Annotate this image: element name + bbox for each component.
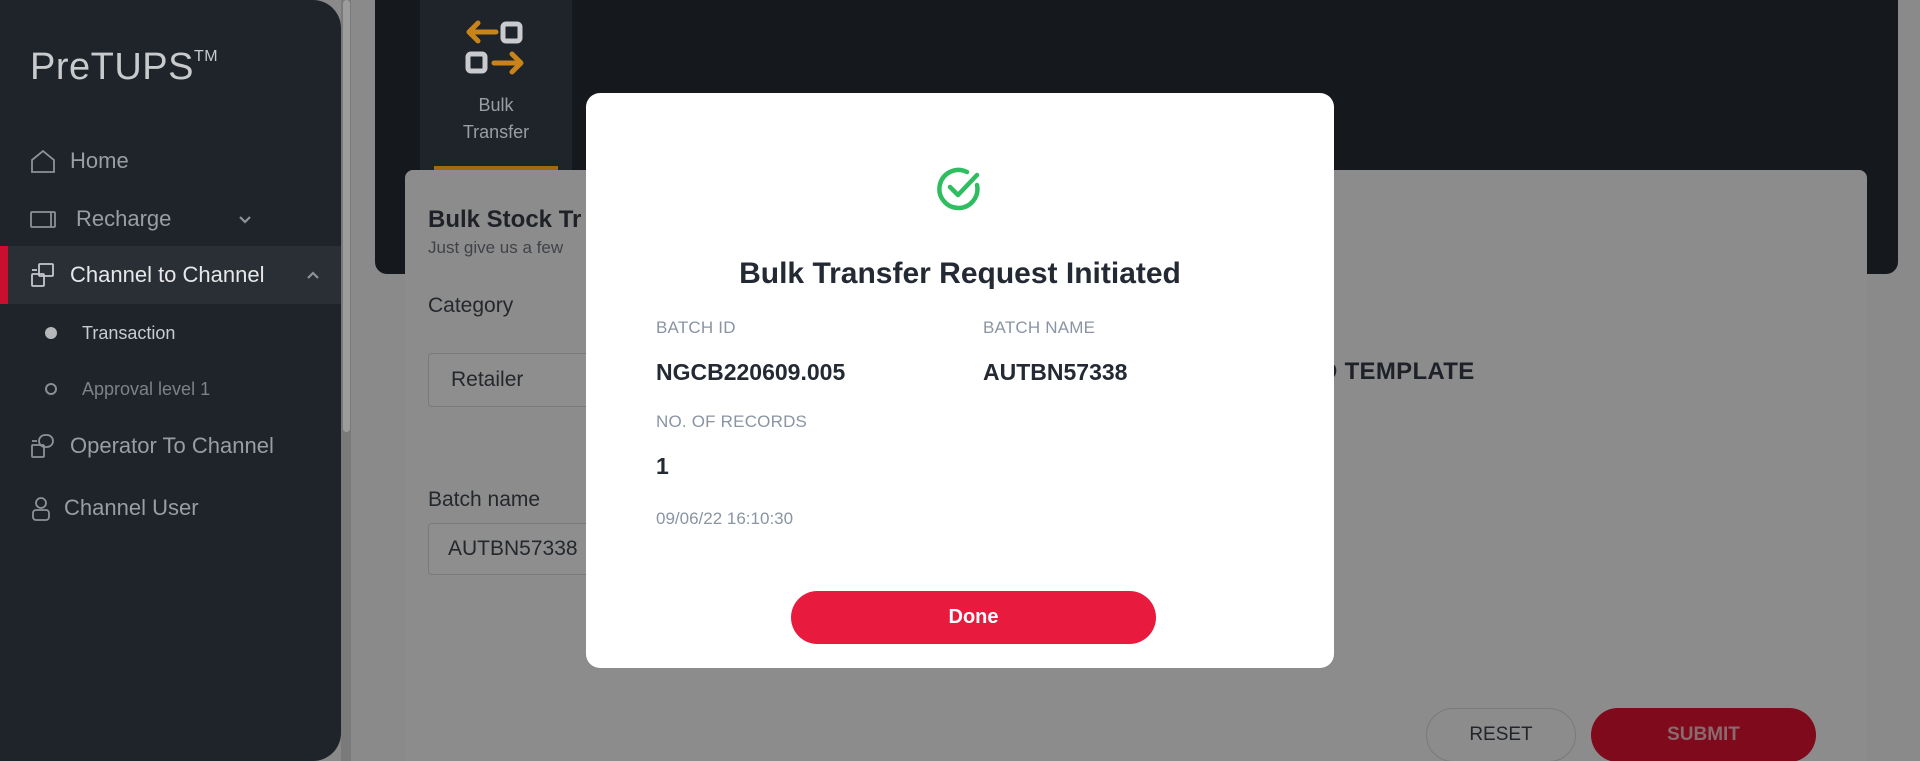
success-check-icon bbox=[937, 167, 980, 211]
batch-name-value: AUTBN57338 bbox=[983, 359, 1128, 385]
bulk-transfer-icon bbox=[465, 20, 524, 75]
transfer-icon bbox=[28, 431, 58, 461]
download-template-link[interactable]: D TEMPLATE bbox=[1320, 358, 1475, 386]
transfer-icon bbox=[28, 260, 58, 290]
scrollbar-thumb[interactable] bbox=[343, 0, 350, 432]
done-button[interactable]: Done bbox=[791, 591, 1156, 644]
sidebar-item-label: Home bbox=[70, 148, 129, 173]
category-label: Category bbox=[428, 294, 514, 317]
app-logo: PreTUPSTM bbox=[30, 46, 219, 88]
sidebar-item-channel-user[interactable]: Channel User bbox=[0, 479, 341, 537]
batch-name-input[interactable]: AUTBN57338 bbox=[428, 523, 598, 575]
sidebar: PreTUPSTM Home Recharge Channel to Chann… bbox=[0, 0, 341, 761]
batch-name-label: Batch name bbox=[428, 488, 541, 511]
form-subtitle: Just give us a few bbox=[428, 238, 564, 257]
sidebar-item-channel-to-channel[interactable]: Channel to Channel bbox=[0, 246, 341, 304]
sidebar-subitem-label: Approval level 1 bbox=[82, 378, 211, 399]
ticket-icon bbox=[28, 204, 58, 234]
batch-id-label: BATCH ID bbox=[656, 318, 736, 337]
sidebar-subitem-approval-level-1[interactable]: Approval level 1 bbox=[0, 369, 341, 409]
timestamp: 09/06/22 16:10:30 bbox=[656, 509, 794, 528]
records-value: 1 bbox=[656, 453, 669, 479]
records-label: NO. OF RECORDS bbox=[656, 412, 808, 431]
sidebar-item-operator-to-channel[interactable]: Operator To Channel bbox=[0, 417, 341, 475]
user-icon bbox=[26, 493, 56, 523]
submit-button[interactable]: SUBMIT bbox=[1591, 708, 1816, 761]
radio-dot-icon bbox=[45, 327, 57, 339]
chevron-up-icon[interactable] bbox=[303, 265, 323, 285]
form-title: Bulk Stock Tr bbox=[428, 206, 582, 233]
sidebar-item-label: Channel User bbox=[64, 495, 199, 520]
success-modal: Bulk Transfer Request Initiated BATCH ID… bbox=[586, 93, 1334, 668]
sidebar-item-label: Recharge bbox=[76, 206, 172, 231]
batch-id-value: NGCB220609.005 bbox=[656, 359, 846, 385]
sidebar-item-label: Operator To Channel bbox=[70, 433, 274, 458]
category-select[interactable]: Retailer bbox=[428, 353, 598, 407]
sidebar-item-home[interactable]: Home bbox=[0, 132, 341, 190]
sidebar-subitem-transaction[interactable]: Transaction bbox=[0, 313, 341, 353]
active-indicator bbox=[0, 246, 8, 304]
modal-title: Bulk Transfer Request Initiated bbox=[739, 257, 1181, 290]
chevron-down-icon[interactable] bbox=[235, 209, 255, 229]
sidebar-subitem-label: Transaction bbox=[82, 322, 176, 343]
sidebar-item-recharge[interactable]: Recharge bbox=[0, 190, 341, 248]
tab-bulk-transfer[interactable]: Bulk Transfer bbox=[420, 0, 572, 170]
tab-label: Bulk Transfer bbox=[462, 95, 530, 142]
sidebar-item-label: Channel to Channel bbox=[70, 262, 265, 287]
batch-name-label: BATCH NAME bbox=[983, 318, 1096, 337]
reset-button[interactable]: RESET bbox=[1426, 708, 1576, 761]
radio-circle-icon bbox=[45, 383, 57, 395]
home-icon bbox=[28, 146, 58, 176]
